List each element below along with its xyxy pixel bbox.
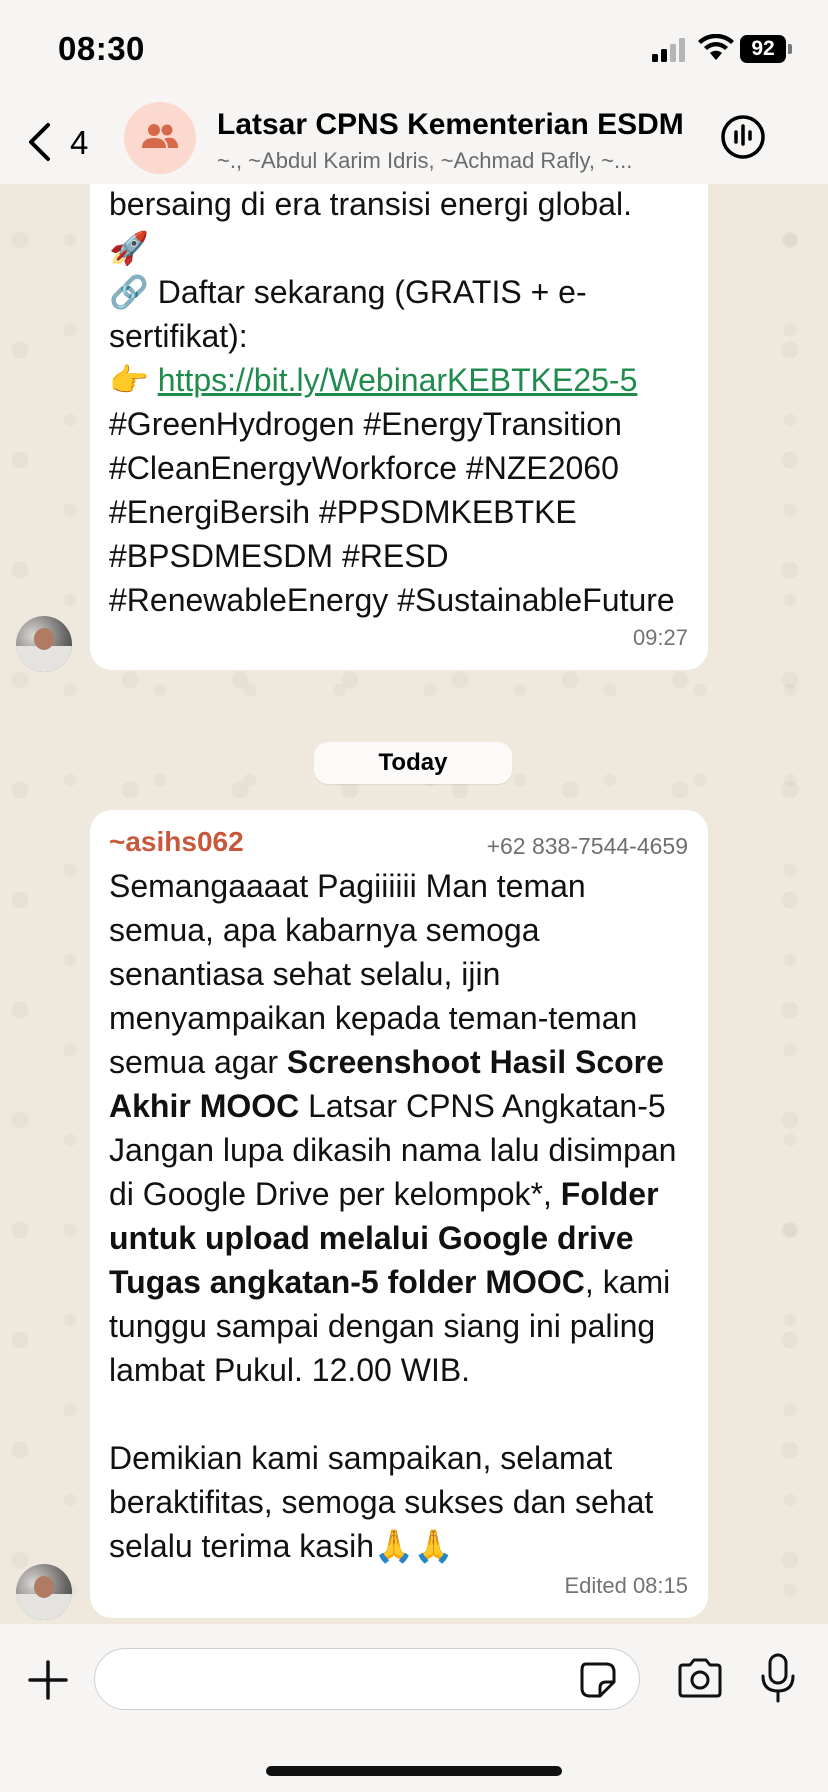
back-button[interactable]: 4 xyxy=(22,118,102,166)
chat-header: 4 Latsar CPNS Kementerian ESDM ~., ~Abdu… xyxy=(0,100,828,184)
voice-call-icon[interactable] xyxy=(718,112,768,162)
status-time: 08:30 xyxy=(58,30,145,67)
avatar-image-part xyxy=(34,1576,54,1598)
battery-tip xyxy=(788,44,792,54)
message-bubble[interactable]: ~asihs062 +62 838-7544-4659 Semangaaaat … xyxy=(90,810,708,1618)
wifi-icon xyxy=(698,34,734,60)
sender-phone[interactable]: +62 838-7544-4659 xyxy=(487,824,688,868)
message-text-part: , kami tunggu sampai dengan siang ini pa… xyxy=(109,1264,671,1564)
battery-indicator: 92 xyxy=(740,35,786,63)
sender-name[interactable]: ~asihs062 xyxy=(109,820,244,864)
message-text: bersaing di era transisi energi global. … xyxy=(109,182,688,622)
camera-icon[interactable] xyxy=(676,1656,724,1700)
status-bar: 08:30 92 xyxy=(0,0,828,100)
composer-bar xyxy=(0,1624,828,1792)
chevron-left-icon xyxy=(29,123,50,161)
signal-icon xyxy=(652,38,685,62)
unread-count: 4 xyxy=(70,124,89,161)
avatar-image-part xyxy=(34,628,54,650)
home-indicator[interactable] xyxy=(266,1766,562,1776)
sender-row: ~asihs062 +62 838-7544-4659 xyxy=(109,820,688,859)
message-time: 09:27 xyxy=(632,625,688,650)
sender-avatar[interactable] xyxy=(16,1564,72,1620)
sticker-icon[interactable] xyxy=(578,1660,618,1700)
chat-messages[interactable]: bersaing di era transisi energi global. … xyxy=(0,144,828,1624)
message-text: Semangaaaat Pagiiiiii Man teman semua, a… xyxy=(109,864,688,1568)
sender-avatar[interactable] xyxy=(16,616,72,672)
microphone-icon[interactable] xyxy=(758,1652,798,1704)
message-text-part: #GreenHydrogen #EnergyTransition #CleanE… xyxy=(109,406,675,618)
message-input[interactable] xyxy=(94,1648,640,1710)
date-divider: Today xyxy=(314,742,512,784)
people-icon xyxy=(142,124,178,148)
group-avatar[interactable] xyxy=(124,102,196,174)
message-bubble[interactable]: bersaing di era transisi energi global. … xyxy=(90,144,708,670)
chat-members[interactable]: ~., ~Abdul Karim Idris, ~Achmad Rafly, ~… xyxy=(217,148,697,174)
message-time: Edited 08:15 xyxy=(564,1573,688,1598)
message-link[interactable]: https://bit.ly/WebinarKEBTKE25-5 xyxy=(158,362,638,398)
chat-title[interactable]: Latsar CPNS Kementerian ESDM xyxy=(217,108,697,142)
plus-icon[interactable] xyxy=(26,1658,70,1702)
